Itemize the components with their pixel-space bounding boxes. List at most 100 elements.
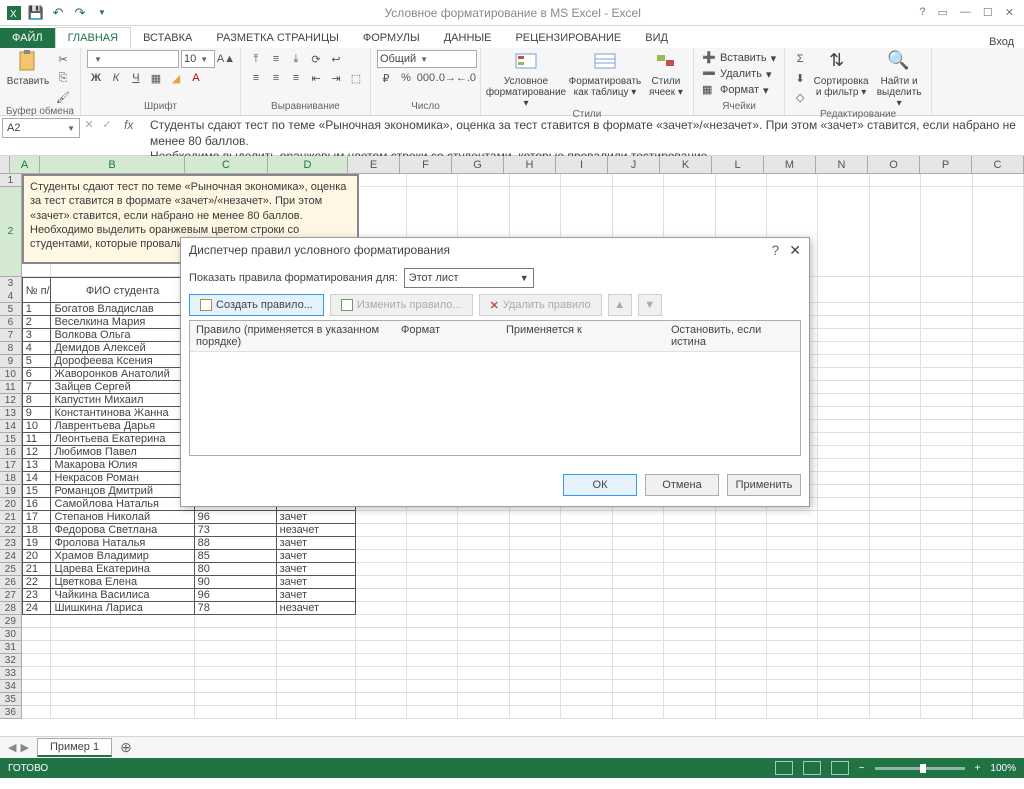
cell[interactable]	[277, 680, 356, 693]
cell[interactable]	[613, 511, 664, 524]
cell[interactable]	[818, 537, 869, 550]
cell[interactable]	[870, 459, 921, 472]
cell[interactable]: Капустин Михаил	[51, 394, 194, 407]
align-top-icon[interactable]: ⤒	[247, 50, 265, 68]
cell[interactable]	[510, 563, 561, 576]
cell[interactable]	[51, 667, 194, 680]
cell[interactable]: 96	[195, 511, 277, 524]
cell[interactable]	[51, 693, 194, 706]
cell[interactable]	[664, 654, 715, 667]
cell[interactable]	[613, 706, 664, 719]
cell[interactable]	[356, 576, 407, 589]
cell[interactable]	[664, 537, 715, 550]
cell[interactable]	[561, 693, 612, 706]
cell[interactable]	[973, 680, 1024, 693]
redo-icon[interactable]: ↷	[72, 5, 88, 21]
row-header[interactable]: 30	[0, 628, 22, 641]
row-header[interactable]: 23	[0, 537, 22, 550]
cell[interactable]	[356, 602, 407, 615]
cell[interactable]	[561, 524, 612, 537]
cell[interactable]	[561, 589, 612, 602]
cell[interactable]	[407, 537, 458, 550]
cell[interactable]	[356, 667, 407, 680]
clear-icon[interactable]: ◇	[791, 88, 809, 106]
font-size-combo[interactable]: 10▼	[181, 50, 215, 68]
cell[interactable]: 14	[22, 472, 52, 485]
cell[interactable]	[407, 563, 458, 576]
align-center-icon[interactable]: ≡	[267, 69, 285, 87]
align-left-icon[interactable]: ≡	[247, 69, 265, 87]
cell[interactable]: 21	[22, 563, 52, 576]
cell[interactable]	[277, 693, 356, 706]
italic-button[interactable]: К	[107, 69, 125, 87]
cell[interactable]	[870, 277, 921, 303]
tab-insert[interactable]: ВСТАВКА	[131, 28, 204, 48]
row-header[interactable]: 21	[0, 511, 22, 524]
cell[interactable]	[818, 394, 869, 407]
cell[interactable]: Некрасов Роман	[51, 472, 194, 485]
currency-icon[interactable]: ₽	[377, 69, 395, 87]
cell[interactable]	[921, 329, 972, 342]
cell[interactable]	[818, 342, 869, 355]
number-format-combo[interactable]: Общий▼	[377, 50, 477, 68]
cell[interactable]: Леонтьева Екатерина	[51, 433, 194, 446]
cell[interactable]	[818, 472, 869, 485]
help-icon[interactable]: ?	[919, 6, 925, 19]
cell[interactable]	[510, 693, 561, 706]
cell[interactable]	[818, 420, 869, 433]
tab-view[interactable]: ВИД	[633, 28, 680, 48]
cell[interactable]	[561, 654, 612, 667]
insert-cells-button[interactable]: ➕Вставить ▾	[700, 50, 778, 66]
cell[interactable]	[870, 342, 921, 355]
cell[interactable]	[921, 355, 972, 368]
dialog-titlebar[interactable]: Диспетчер правил условного форматировани…	[181, 238, 809, 262]
cell[interactable]	[973, 394, 1024, 407]
column-header[interactable]: N	[816, 156, 868, 173]
cell[interactable]	[356, 537, 407, 550]
delete-rule-button[interactable]: ✕Удалить правило	[479, 294, 602, 316]
cell[interactable]	[921, 187, 972, 277]
tab-review[interactable]: РЕЦЕНЗИРОВАНИЕ	[503, 28, 633, 48]
cell[interactable]: 18	[22, 524, 52, 537]
cell[interactable]	[664, 174, 715, 187]
cell[interactable]	[458, 628, 509, 641]
cell[interactable]	[356, 524, 407, 537]
cell[interactable]	[921, 498, 972, 511]
column-header[interactable]: G	[452, 156, 504, 173]
cell[interactable]	[407, 524, 458, 537]
cell[interactable]	[407, 641, 458, 654]
cell[interactable]	[356, 641, 407, 654]
cell[interactable]	[458, 524, 509, 537]
cell[interactable]	[818, 693, 869, 706]
cell[interactable]	[407, 628, 458, 641]
account-sign-in[interactable]: Вход	[989, 36, 1024, 48]
cell[interactable]	[921, 511, 972, 524]
cell[interactable]	[716, 628, 767, 641]
cell[interactable]	[870, 537, 921, 550]
cell[interactable]: 85	[195, 550, 277, 563]
cell[interactable]	[870, 511, 921, 524]
cell[interactable]: 20	[22, 550, 52, 563]
cell[interactable]: Царева Екатерина	[51, 563, 194, 576]
row-header[interactable]: 33	[0, 667, 22, 680]
cell[interactable]	[458, 537, 509, 550]
cell[interactable]	[407, 706, 458, 719]
cell[interactable]: 96	[195, 589, 277, 602]
cell[interactable]	[458, 602, 509, 615]
cell[interactable]	[973, 576, 1024, 589]
cell[interactable]	[195, 628, 277, 641]
cell[interactable]	[664, 628, 715, 641]
cell[interactable]	[818, 498, 869, 511]
cell[interactable]	[664, 576, 715, 589]
cell[interactable]	[613, 174, 664, 187]
cell[interactable]	[716, 602, 767, 615]
sheet-nav-last-icon[interactable]: ▶	[20, 741, 28, 754]
cell[interactable]	[458, 680, 509, 693]
tab-file[interactable]: ФАЙЛ	[0, 28, 55, 48]
row-header[interactable]: 18	[0, 472, 22, 485]
row-header[interactable]: 12	[0, 394, 22, 407]
cell[interactable]	[458, 654, 509, 667]
cell[interactable]: 17	[22, 511, 52, 524]
cell[interactable]	[921, 680, 972, 693]
cell[interactable]	[716, 511, 767, 524]
